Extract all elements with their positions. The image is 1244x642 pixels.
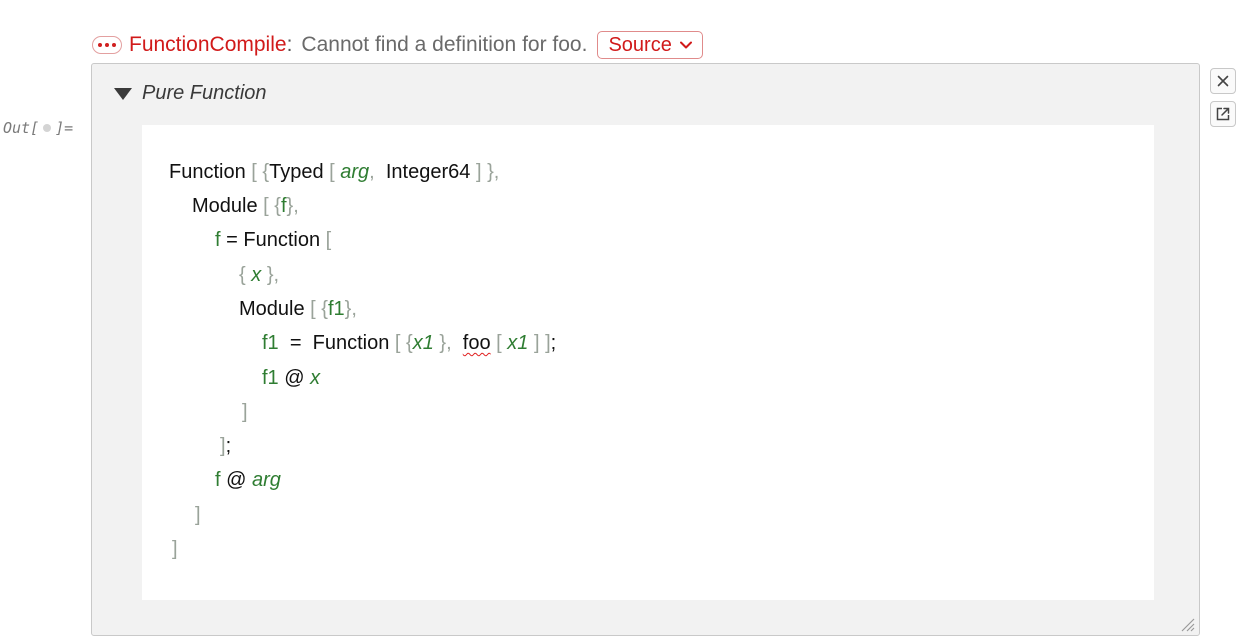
code-line: ] [242,400,248,424]
disclosure-triangle-icon[interactable] [114,87,132,100]
panel-title: Pure Function [142,82,267,104]
message-colon: : [286,33,293,56]
code-line: f = Function [ [215,228,331,252]
code-token: , [493,161,500,183]
close-icon [1217,75,1229,87]
code-token: ] [195,504,201,526]
code-token: [ [251,161,257,183]
code-token: f [215,229,221,251]
source-button[interactable]: Source [597,31,703,59]
output-label: Out[ ]= [3,119,73,137]
code-token: { [406,332,413,354]
code-token: = [289,332,302,354]
code-token: [ [310,298,316,320]
code-line: ] [172,537,178,561]
code-token: ; [550,332,557,354]
code-token: Function [169,161,246,183]
external-link-icon [1216,107,1230,121]
code-token: , [273,264,280,286]
code-token: Module [192,195,258,217]
code-token: arg [340,161,370,183]
code-token: , [446,332,452,354]
pure-function-panel: Pure Function Function [ {Typed [ arg, I… [91,63,1200,636]
code-line: ]; [220,434,231,458]
code-token: @ [226,469,247,491]
code-token: } [266,264,274,286]
close-button[interactable] [1210,68,1236,94]
code-token: x [310,367,321,389]
resize-handle-icon[interactable] [1179,616,1195,632]
code-token: f1 [327,298,345,320]
code-token: x1 [412,332,434,354]
code-token: Function [243,229,321,251]
code-token: f1 [262,367,279,389]
code-token: f [215,469,221,491]
code-token: ] [533,332,540,354]
code-token: , [351,298,357,320]
code-token: x1 [507,332,529,354]
code-line: f @ arg [215,468,281,492]
code-token: , [369,161,375,183]
code-token: Integer64 [385,161,471,183]
code-token: Typed [269,161,324,183]
code-token: Module [239,298,305,320]
code-token: } [487,161,494,183]
cell-number-placeholder [43,124,52,132]
code-token: [ [325,229,332,251]
code-token: [ [329,161,335,183]
code-token: [ [394,332,401,354]
source-button-label: Source [608,33,672,56]
code-line: f1 @ x [262,366,320,390]
code-token: [ [496,332,502,354]
code-token: Function [312,332,390,354]
code-line: ] [195,503,201,527]
message-tag: FunctionCompile [129,33,287,56]
code-token: ; [225,435,232,457]
code-line: Module [ {f1}, [239,297,357,321]
output-label-suffix: ]= [55,119,74,137]
code-token: = [226,229,238,251]
undefined-symbol-foo: foo [462,332,491,354]
code-display: Function [ {Typed [ arg, Integer64 ] }, … [142,125,1154,600]
code-token: f1 [262,332,279,354]
code-token: , [293,195,299,217]
code-token: @ [284,367,305,389]
panel-header-toggle[interactable]: Pure Function [114,82,267,105]
code-token: ] [172,538,178,560]
code-token: arg [252,469,281,491]
code-line: Module [ {f}, [192,194,299,218]
code-token: ] [475,161,482,183]
code-token: { [274,195,281,217]
output-label-prefix: Out[ [3,119,40,137]
chevron-down-icon [679,41,692,49]
message-menu-icon[interactable] [92,36,122,54]
code-token: ] [242,401,248,423]
code-token: [ [263,195,269,217]
code-line: { x }, [239,263,279,287]
message-text: Cannot find a definition for foo. [301,33,588,56]
code-token: { [239,264,246,286]
message-bar: FunctionCompile : Cannot find a definiti… [92,30,703,60]
code-token: x [251,264,262,286]
code-token: { [321,298,328,320]
open-in-window-button[interactable] [1210,101,1236,127]
code-line: f1 = Function [ {x1 }, foo [ x1 ] ]; [262,331,556,355]
code-line: Function [ {Typed [ arg, Integer64 ] }, [169,160,499,184]
